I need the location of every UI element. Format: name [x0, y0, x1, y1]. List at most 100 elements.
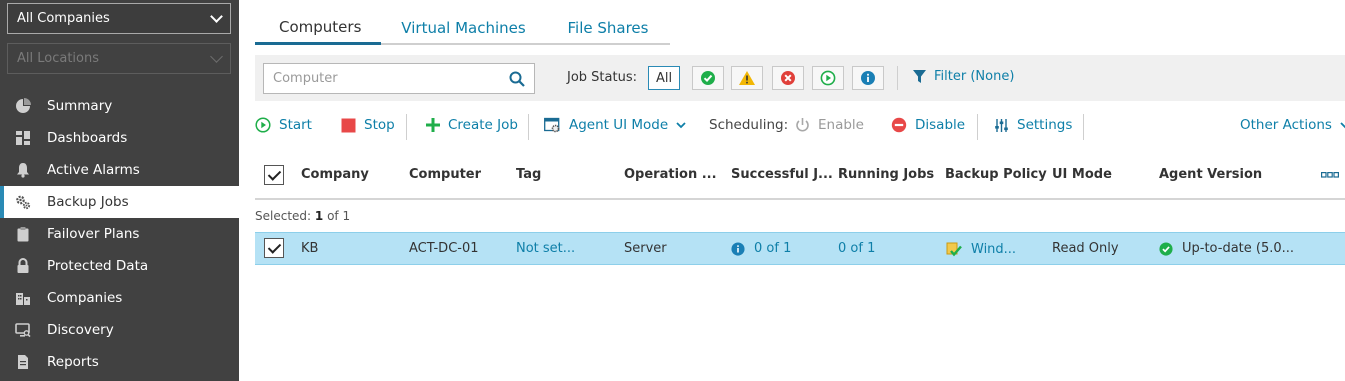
settings-label: Settings: [1017, 117, 1073, 133]
other-actions-label: Other Actions: [1240, 117, 1332, 133]
status-filter-success[interactable]: [692, 66, 724, 90]
sidebar-item-dashboards[interactable]: Dashboards: [0, 122, 239, 154]
tab-computers[interactable]: Computers: [255, 12, 381, 45]
search-placeholder: Computer: [273, 71, 338, 86]
divider: [897, 66, 898, 90]
settings-button[interactable]: Settings: [994, 117, 1072, 133]
column-header-company[interactable]: Company: [301, 167, 369, 182]
search-icon[interactable]: [509, 71, 525, 87]
search-input[interactable]: Computer: [263, 63, 535, 94]
error-icon: [781, 71, 795, 85]
disable-label: Disable: [915, 117, 966, 133]
status-filter-warning[interactable]: [731, 66, 763, 90]
cell-successful-jobs[interactable]: 0 of 1: [731, 241, 791, 256]
sidebar-item-summary[interactable]: Summary: [0, 90, 239, 122]
create-job-button[interactable]: Create Job: [426, 117, 518, 133]
sidebar-item-discovery[interactable]: Discovery: [0, 314, 239, 346]
plus-icon: [426, 118, 440, 132]
divider: [977, 114, 978, 140]
cell-agent-version: Up-to-date (5.0...: [1159, 241, 1294, 256]
funnel-icon: [913, 70, 926, 83]
column-header-operation[interactable]: Operation ...: [624, 167, 717, 182]
select-all-checkbox[interactable]: [264, 165, 284, 185]
cell-running-jobs[interactable]: 0 of 1: [838, 241, 875, 256]
agent-ui-mode-label: Agent UI Mode: [569, 117, 669, 133]
selected-prefix: Selected:: [255, 209, 312, 223]
row-checkbox[interactable]: [264, 238, 284, 258]
chevron-down-icon: [210, 49, 223, 63]
sidebar: All Companies All Locations Summary Dash…: [0, 0, 240, 381]
document-icon: [18, 355, 28, 369]
bell-icon: [17, 163, 29, 178]
divider: [1083, 114, 1084, 140]
table-header: Company Computer Tag Operation ... Succe…: [255, 158, 1345, 200]
gears-icon: [16, 195, 31, 210]
stop-icon: [341, 118, 356, 132]
sidebar-item-label: Active Alarms: [47, 162, 140, 178]
clipboard-icon: [17, 227, 29, 242]
column-header-computer[interactable]: Computer: [409, 167, 481, 182]
tab-virtual-machines[interactable]: Virtual Machines: [381, 12, 546, 45]
status-filter-all[interactable]: All: [648, 66, 680, 90]
status-filter-info[interactable]: [852, 66, 884, 90]
disable-icon: [891, 117, 907, 133]
sidebar-item-label: Dashboards: [47, 130, 128, 146]
tab-file-shares[interactable]: File Shares: [546, 12, 670, 45]
cell-tag-link[interactable]: Not set...: [516, 241, 575, 256]
column-header-successful-jobs[interactable]: Successful J...: [731, 167, 833, 182]
info-icon: [861, 71, 875, 85]
backup-policy-value: Wind...: [971, 242, 1017, 257]
agent-version-value: Up-to-date (5.0...: [1182, 241, 1295, 256]
monitor-search-icon: [15, 323, 31, 338]
sidebar-item-label: Companies: [47, 290, 123, 306]
enable-button[interactable]: Enable: [795, 117, 864, 133]
sidebar-item-backup-jobs[interactable]: Backup Jobs: [0, 186, 240, 218]
column-header-ui-mode[interactable]: UI Mode: [1052, 167, 1112, 182]
other-actions-dropdown[interactable]: Other Actions: [1240, 117, 1345, 133]
warning-icon: [739, 71, 755, 85]
sidebar-item-label: Reports: [47, 354, 99, 370]
cell-ui-mode: Read Only: [1052, 241, 1119, 256]
play-icon: [255, 117, 271, 133]
sidebar-item-reports[interactable]: Reports: [0, 346, 239, 378]
agent-ui-mode-dropdown[interactable]: Agent UI Mode: [544, 117, 686, 133]
sidebar-item-failover-plans[interactable]: Failover Plans: [0, 218, 239, 250]
info-icon: [731, 241, 745, 256]
filter-bar: Computer Job Status: All Filter (None): [255, 55, 1345, 101]
tab-bar: Computers Virtual Machines File Shares: [255, 12, 670, 45]
chevron-down-icon: [676, 121, 686, 128]
disable-button[interactable]: Disable: [891, 117, 965, 133]
location-select[interactable]: All Locations: [7, 43, 231, 74]
enable-label: Enable: [818, 117, 864, 133]
table-row[interactable]: KB ACT-DC-01 Not set... Server 0 of 1 0 …: [255, 232, 1345, 265]
sidebar-item-protected-data[interactable]: Protected Data: [0, 250, 239, 282]
company-select-value: All Companies: [17, 11, 110, 26]
column-header-backup-policy[interactable]: Backup Policy: [945, 167, 1047, 182]
sidebar-item-active-alarms[interactable]: Active Alarms: [0, 154, 239, 186]
buildings-icon: [16, 293, 30, 305]
cell-operation: Server: [624, 241, 667, 256]
successful-jobs-value: 0 of 1: [754, 241, 792, 256]
column-header-agent-version[interactable]: Agent Version: [1159, 167, 1262, 182]
action-toolbar: Start Stop Create Job Agent UI Mode Sche…: [255, 114, 1345, 140]
running-icon: [820, 70, 836, 86]
column-header-running-jobs[interactable]: Running Jobs: [838, 167, 934, 182]
sidebar-nav: Summary Dashboards Active Alarms Backup …: [0, 90, 240, 378]
cell-backup-policy[interactable]: Wind...: [945, 241, 1016, 258]
column-chooser-icon[interactable]: [1321, 172, 1339, 178]
chevron-down-icon: [210, 9, 223, 23]
divider: [528, 114, 529, 140]
stop-label: Stop: [364, 117, 395, 133]
window-gear-icon: [544, 117, 560, 133]
sidebar-item-companies[interactable]: Companies: [0, 282, 239, 314]
start-button[interactable]: Start: [255, 117, 312, 133]
column-header-tag[interactable]: Tag: [516, 167, 541, 182]
filter-button[interactable]: Filter (None): [912, 69, 1014, 84]
success-icon: [1159, 241, 1173, 256]
lock-icon: [17, 258, 29, 273]
stop-button[interactable]: Stop: [341, 117, 395, 133]
start-label: Start: [279, 117, 312, 133]
status-filter-running[interactable]: [812, 66, 844, 90]
company-select[interactable]: All Companies: [7, 3, 231, 34]
status-filter-error[interactable]: [772, 66, 804, 90]
